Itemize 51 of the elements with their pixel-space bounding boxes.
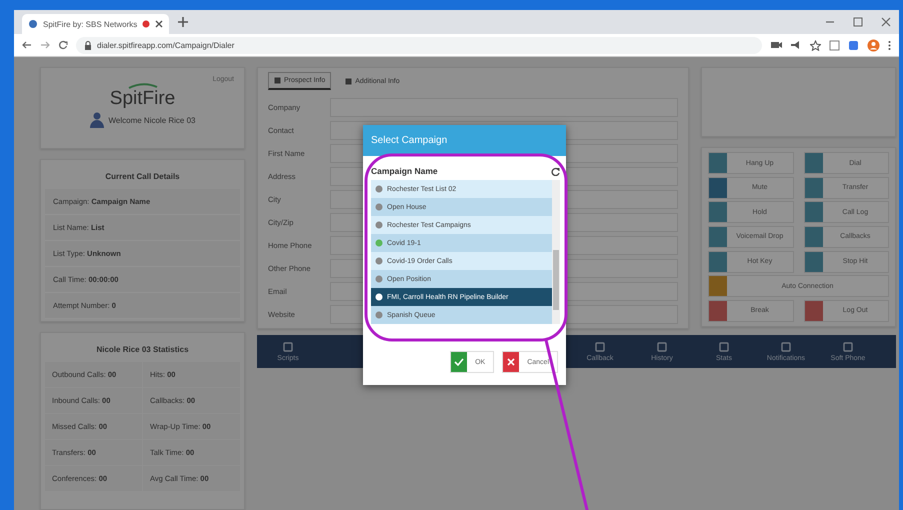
square-icon [709, 178, 727, 198]
square-icon [719, 342, 729, 352]
card-title: Current Call Details [104, 171, 181, 183]
lock-icon [84, 40, 92, 50]
square-icon[interactable] [829, 40, 840, 50]
cross-icon [503, 352, 520, 372]
square-icon [709, 300, 727, 321]
recording-icon [142, 20, 150, 28]
avatar-icon[interactable] [867, 38, 880, 52]
square-icon [804, 178, 822, 198]
square-icon [843, 342, 853, 352]
card-title: Nicole Rice 03 Statistics [95, 344, 190, 356]
square-icon [274, 77, 281, 84]
star-icon[interactable] [810, 40, 821, 50]
address-field[interactable]: dialer.spitfireapp.com/Campaign/Dialer [76, 36, 762, 54]
square-icon [345, 78, 352, 84]
square-icon [804, 153, 822, 174]
square-icon [709, 252, 727, 272]
new-tab-icon[interactable] [177, 16, 190, 28]
square-icon [595, 342, 605, 352]
square-icon [709, 202, 727, 222]
check-icon [451, 352, 468, 372]
logo-text: SpitFire [110, 89, 176, 109]
square-icon [804, 226, 822, 247]
browser-tab[interactable]: SpitFire by: SBS Networks [22, 14, 170, 34]
square-icon [804, 300, 822, 321]
welcome-text: Welcome Nicole Rice 03 [108, 116, 196, 124]
swoosh-icon [128, 83, 158, 89]
person-icon [90, 112, 104, 128]
speaker-icon[interactable] [790, 40, 802, 50]
dialog-title: Select Campaign [363, 125, 566, 156]
square-icon [283, 342, 293, 352]
maximize-icon[interactable] [853, 17, 863, 27]
square-icon [709, 226, 727, 247]
site-icon [28, 19, 38, 29]
refresh-icon[interactable] [551, 166, 560, 176]
back-icon[interactable] [22, 40, 32, 50]
square-icon [709, 153, 727, 174]
close-icon[interactable] [155, 20, 164, 28]
square-icon [657, 342, 667, 352]
square-icon [804, 202, 822, 222]
scrollbar[interactable] [552, 180, 560, 324]
square-icon [804, 252, 822, 272]
square-icon [709, 276, 727, 296]
extension-icon[interactable] [848, 40, 859, 50]
reload-icon[interactable] [58, 40, 68, 50]
menu-icon[interactable] [888, 40, 891, 50]
square-icon [781, 342, 791, 352]
camera-icon[interactable] [770, 40, 782, 50]
close-icon[interactable] [881, 17, 891, 27]
column-header: Campaign Name [371, 166, 438, 176]
